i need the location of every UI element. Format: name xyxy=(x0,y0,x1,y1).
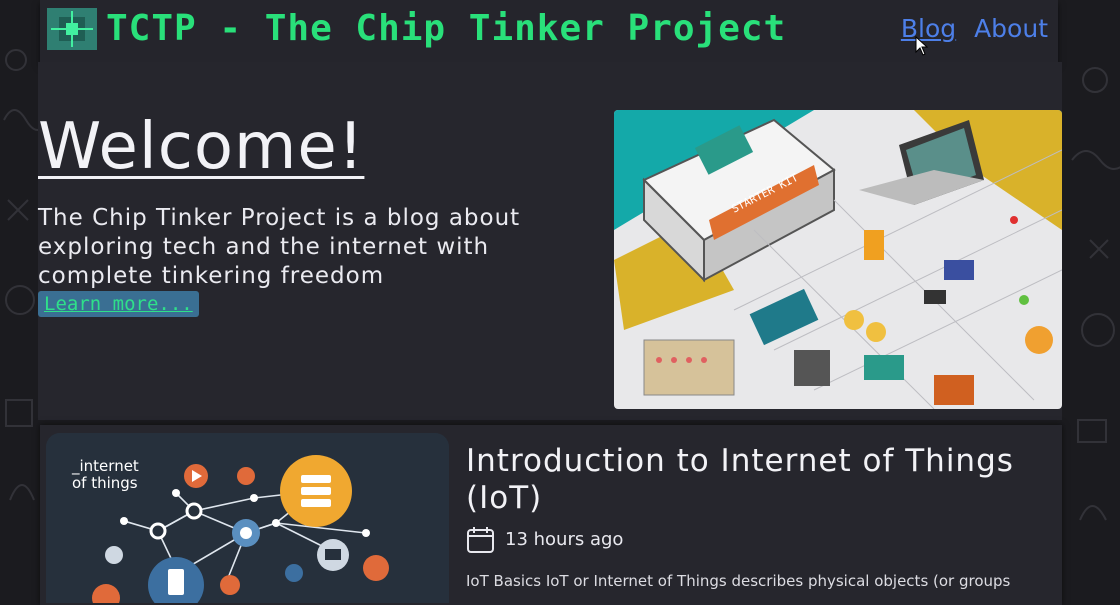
post-time: 13 hours ago xyxy=(505,529,624,550)
post-meta: 13 hours ago xyxy=(466,525,623,554)
site-header: TCTP - The Chip Tinker Project Blog Abou… xyxy=(40,0,1058,64)
learn-more-button[interactable]: Learn more... xyxy=(38,291,199,317)
site-title[interactable]: TCTP - The Chip Tinker Project xyxy=(106,8,786,49)
calendar-icon xyxy=(467,527,494,553)
hero-section: Welcome! The Chip Tinker Project is a bl… xyxy=(38,62,1062,420)
hero-tagline: The Chip Tinker Project is a blog about … xyxy=(38,205,521,289)
post-excerpt: IoT Basics IoT or Internet of Things des… xyxy=(466,572,1011,590)
starter-kit-image: STARTER KIT xyxy=(614,110,1062,409)
chip-icon[interactable] xyxy=(47,8,97,50)
cursor-icon xyxy=(915,36,929,56)
welcome-heading: Welcome! xyxy=(38,110,365,184)
iot-thumb-line2: of things xyxy=(72,474,138,492)
nav-about-link[interactable]: About xyxy=(974,14,1048,43)
post-title[interactable]: Introduction to Internet of Things (IoT) xyxy=(466,443,1056,517)
blog-post-card[interactable]: _internet of things Introduction to Inte… xyxy=(40,425,1062,605)
iot-thumbnail-image: _internet of things xyxy=(46,433,449,603)
